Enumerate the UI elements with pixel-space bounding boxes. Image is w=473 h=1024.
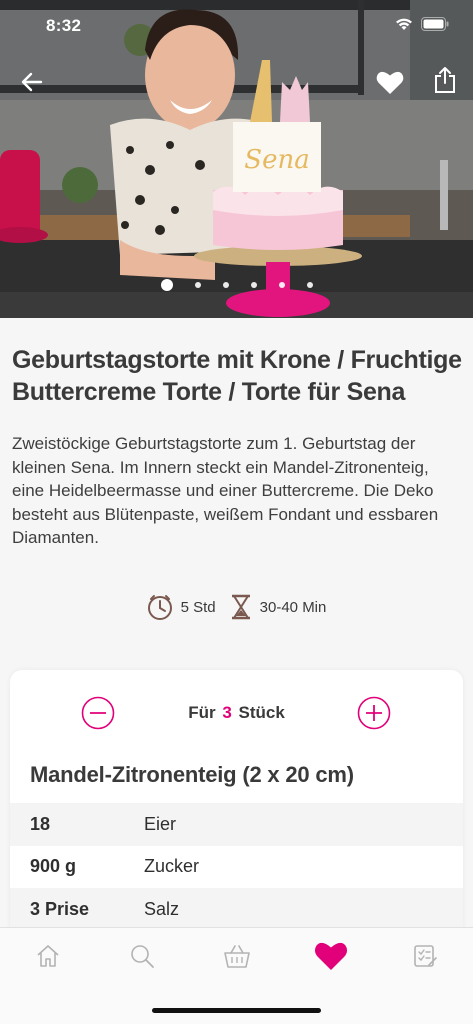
tab-favorites[interactable]	[309, 936, 353, 976]
carousel-dot[interactable]	[194, 282, 201, 288]
carousel-indicator[interactable]	[0, 279, 473, 291]
ingredient-row: 18 Eier	[10, 803, 463, 846]
servings-stepper: Für 3 Stück	[10, 696, 463, 730]
tab-home[interactable]	[26, 936, 70, 976]
status-bar: 8:32	[0, 0, 473, 52]
battery-icon	[421, 17, 449, 31]
recipe-times: 5 Std 30-40 Min	[0, 594, 473, 620]
carousel-dot[interactable]	[306, 282, 313, 288]
search-icon	[131, 945, 154, 968]
ingredient-section-title: Mandel-Zitronenteig (2 x 20 cm)	[30, 762, 354, 787]
prep-time-label: 5 Std	[180, 598, 216, 616]
bake-time: 30-40 Min	[230, 594, 327, 620]
recipe-hero-image[interactable]: Sena 8:32	[0, 0, 473, 318]
share-icon	[435, 67, 455, 93]
home-indicator[interactable]	[152, 1008, 321, 1013]
heart-icon	[314, 942, 348, 970]
share-button[interactable]	[427, 62, 463, 98]
servings-unit: Stück	[238, 703, 285, 722]
status-time: 8:32	[46, 16, 82, 35]
tab-shopping[interactable]	[215, 936, 259, 976]
tab-search[interactable]	[120, 936, 164, 976]
home-icon	[37, 945, 59, 967]
hourglass-icon	[231, 594, 250, 620]
recipe-description: Zweistöckige Geburtstagstorte zum 1. Geb…	[12, 434, 439, 547]
ingredient-row: 900 g Zucker	[10, 846, 463, 889]
carousel-dot[interactable]	[278, 282, 285, 288]
ingredient-amount: 3 Prise	[30, 898, 90, 919]
checklist-icon	[414, 945, 437, 967]
wifi-icon	[396, 18, 412, 30]
arrow-left-icon	[21, 72, 43, 92]
back-button[interactable]	[14, 64, 50, 100]
ingredient-name: Zucker	[144, 856, 200, 877]
carousel-dot[interactable]	[222, 282, 229, 288]
servings-prefix: Für	[188, 703, 216, 722]
bake-time-label: 30-40 Min	[259, 598, 327, 616]
ingredient-amount: 18	[30, 813, 51, 834]
clock-icon	[147, 595, 172, 620]
ingredient-name: Salz	[144, 898, 180, 919]
recipe-title: Geburtstagstorte mit Krone / Fruchtige B…	[12, 346, 462, 406]
carousel-dot-active[interactable]	[160, 279, 173, 291]
favorite-button[interactable]	[372, 64, 408, 100]
plus-circle-icon	[357, 696, 391, 730]
ingredients-card: Für 3 Stück Mandel-Zitronenteig (2 x 20 …	[10, 670, 463, 970]
prep-time: 5 Std	[147, 594, 216, 620]
increase-servings-button[interactable]	[357, 696, 391, 730]
ingredient-row: 3 Prise Salz	[10, 888, 463, 931]
ingredient-amount: 900 g	[30, 856, 77, 877]
servings-quantity: 3	[222, 703, 232, 722]
heart-icon	[376, 71, 404, 94]
basket-icon	[224, 945, 250, 968]
svg-text:Sena: Sena	[244, 145, 309, 175]
ingredient-name: Eier	[144, 813, 177, 834]
ingredient-list: 18 Eier 900 g Zucker 3 Prise Salz	[10, 803, 463, 931]
tab-lists[interactable]	[403, 936, 447, 976]
servings-label: Für 3 Stück	[10, 703, 463, 723]
carousel-dot[interactable]	[250, 282, 257, 288]
